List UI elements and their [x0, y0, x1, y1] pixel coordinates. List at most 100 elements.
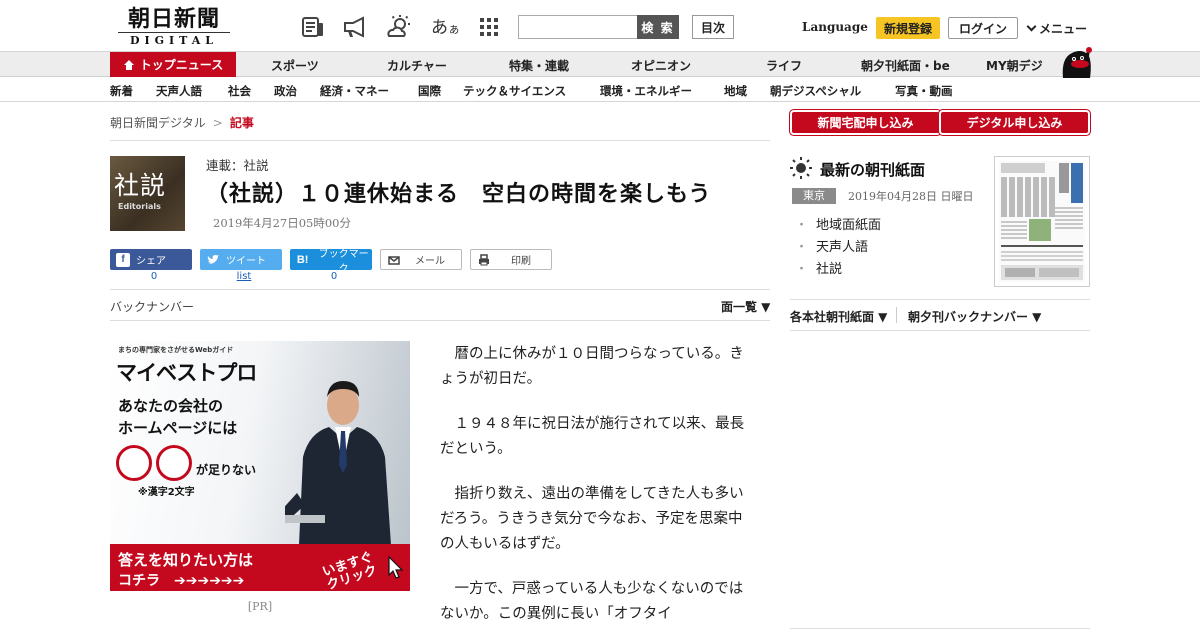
bullet: ・ — [795, 240, 809, 255]
login-button[interactable]: ログイン — [948, 17, 1018, 39]
facebook-share-button[interactable]: f シェア — [110, 249, 192, 270]
twitter-list-link[interactable]: list — [203, 271, 285, 282]
nav-politics[interactable]: 政治 — [274, 83, 297, 99]
regional-editions-dropdown[interactable]: 各本社朝刊紙面 ▼ — [790, 308, 887, 325]
nav-features[interactable]: 特集・連載 — [509, 57, 569, 74]
menu-button[interactable]: メニュー — [1026, 20, 1088, 37]
weather-icon[interactable] — [386, 14, 412, 40]
latest-edition-title[interactable]: 最新の朝刊紙面 — [820, 159, 925, 180]
hatena-icon: B! — [296, 253, 309, 266]
register-button[interactable]: 新規登録 — [876, 17, 940, 39]
ad-headline-2: ホームページには — [118, 419, 238, 437]
nav-my-asadigi[interactable]: MY朝デジ — [986, 57, 1043, 74]
editorial-badge[interactable]: 社説 Editorials — [110, 156, 185, 231]
pr-label: [PR] — [247, 600, 273, 613]
bullet: ・ — [795, 218, 809, 233]
grid-icon[interactable] — [476, 14, 502, 40]
nav-society[interactable]: 社会 — [228, 83, 251, 99]
print-label: 印刷 — [511, 256, 531, 267]
nav-top-news[interactable]: トップニュース — [110, 52, 236, 77]
ad-blank-circle — [156, 445, 192, 481]
sidebar-link-editorial[interactable]: ・社説 — [795, 258, 842, 277]
article-date: 2019年4月27日05時00分 — [213, 216, 351, 230]
nav-tenseijingo[interactable]: 天声人語 — [156, 83, 202, 99]
hatena-bookmark-button[interactable]: B! ブックマーク — [290, 249, 372, 275]
divider — [790, 628, 1090, 629]
home-icon — [123, 59, 134, 70]
breadcrumb-home[interactable]: 朝日新聞デジタル — [110, 116, 206, 130]
ad-brand: マイベストプロ — [116, 361, 257, 385]
mail-label: メール — [415, 256, 445, 267]
font-size-icon[interactable]: あぁ — [431, 13, 460, 38]
divider — [790, 330, 1090, 331]
twitter-share-label: ツイート — [226, 256, 266, 267]
toc-button[interactable]: 目次 — [692, 15, 734, 39]
series-label[interactable]: 連載：社説 — [206, 155, 269, 174]
site-logo-sub[interactable]: DIGITAL — [118, 32, 230, 47]
facebook-share-label: シェア — [136, 256, 166, 267]
megaphone-icon[interactable] — [342, 14, 368, 40]
search-button[interactable]: 検 索 — [637, 15, 679, 39]
nav-top-news-label: トップニュース — [139, 58, 224, 72]
article-paragraph: １９４８年に祝日法が施行されて以来、最長だという。 — [440, 416, 745, 457]
paper-icon[interactable] — [300, 14, 326, 40]
mail-button[interactable]: メール — [380, 249, 462, 270]
nav-special[interactable]: 朝デジスペシャル — [770, 83, 861, 99]
site-logo[interactable]: 朝日新聞 — [118, 6, 230, 32]
chevron-down-icon — [1026, 21, 1037, 32]
paper-subscription-button[interactable]: 新聞宅配申し込み — [792, 112, 939, 133]
nav-economy[interactable]: 経済・マネー — [320, 83, 389, 99]
article-paragraph: 一方で、戸惑っている人も少なくないのではないか。この異例に長い「オフタイ — [440, 581, 744, 622]
sidebar-link-label: 地域面紙面 — [816, 218, 882, 233]
bullet: ・ — [795, 262, 809, 277]
search-input[interactable] — [518, 15, 638, 39]
ad-cta-band[interactable]: 答えを知りたい方は コチラ ➔➔➔➔➔➔ いますぐ クリック — [110, 544, 410, 591]
nav-print-edition[interactable]: 朝夕刊紙面・be — [861, 57, 950, 74]
editorial-badge-en: Editorials — [118, 202, 161, 211]
breadcrumb-separator: > — [212, 116, 223, 130]
ad-missing-text: が足りない — [196, 463, 257, 477]
ad-click-text: いますぐ クリック — [320, 549, 380, 591]
digital-subscription-button[interactable]: デジタル申し込み — [941, 112, 1088, 133]
sun-icon — [790, 157, 812, 179]
primary-nav: トップニュース スポーツ カルチャー 特集・連載 オピニオン ライフ 朝夕刊紙面… — [0, 47, 1200, 78]
ad-cta-line-1: 答えを知りたい方は — [118, 551, 254, 569]
nav-environment[interactable]: 環境・エネルギー — [600, 83, 692, 99]
nav-opinion[interactable]: オピニオン — [631, 57, 691, 74]
backnumber-dropdown[interactable]: 朝夕刊バックナンバー ▼ — [908, 308, 1041, 325]
nav-latest[interactable]: 新着 — [110, 83, 133, 99]
twitter-share-button[interactable]: ツイート — [200, 249, 282, 270]
sidebar-link-tenseijingo[interactable]: ・天声人語 — [795, 236, 868, 255]
nav-tech-science[interactable]: テック＆サイエンス — [463, 83, 566, 99]
editorial-badge-kanji: 社説 — [114, 171, 167, 200]
nav-culture[interactable]: カルチャー — [387, 57, 447, 74]
language-link[interactable]: Language — [802, 20, 868, 34]
breadcrumb-current: 記事 — [229, 116, 254, 130]
ad-cta-line-2: コチラ ➔➔➔➔➔➔ — [118, 573, 245, 589]
article-title: （社説）１０連休始まる 空白の時間を楽しもう — [206, 182, 712, 207]
menu-label: メニュー — [1039, 22, 1088, 36]
backnumber-label[interactable]: バックナンバー — [110, 298, 194, 315]
ad-headline-1: あなたの会社の — [118, 397, 224, 415]
secondary-nav: 新着 天声人語 社会 政治 経済・マネー 国際 テック＆サイエンス 環境・エネル… — [0, 78, 1200, 102]
print-icon — [479, 253, 489, 265]
sidebar-link-label: 天声人語 — [816, 240, 869, 255]
divider — [110, 320, 770, 321]
nav-life[interactable]: ライフ — [766, 57, 802, 74]
businessman-illustration — [285, 381, 391, 545]
ad-banner[interactable]: まちの専門家をさがせるWebガイド マイベストプロ あなたの会社の ホームページ… — [110, 341, 410, 591]
newspaper-page-image — [999, 161, 1085, 282]
nav-international[interactable]: 国際 — [418, 83, 441, 99]
nav-sports[interactable]: スポーツ — [271, 57, 319, 74]
site-header: 朝日新聞 DIGITAL あぁ 検 索 目次 Language 新規登録 ログイ… — [0, 0, 1200, 52]
nav-region[interactable]: 地域 — [724, 83, 747, 99]
newspaper-thumbnail[interactable] — [994, 156, 1090, 287]
print-button[interactable]: 印刷 — [470, 249, 552, 270]
facebook-share-count: 0 — [150, 271, 158, 282]
page-list-dropdown[interactable]: 面一覧 ▼ — [721, 298, 770, 315]
nav-photo-video[interactable]: 写真・動画 — [895, 83, 953, 99]
region-badge: 東京 — [792, 188, 836, 204]
sidebar-link-local[interactable]: ・地域面紙面 — [795, 214, 881, 233]
hatena-bookmark-count: 0 — [330, 271, 338, 282]
mascot-icon[interactable] — [1058, 44, 1092, 78]
